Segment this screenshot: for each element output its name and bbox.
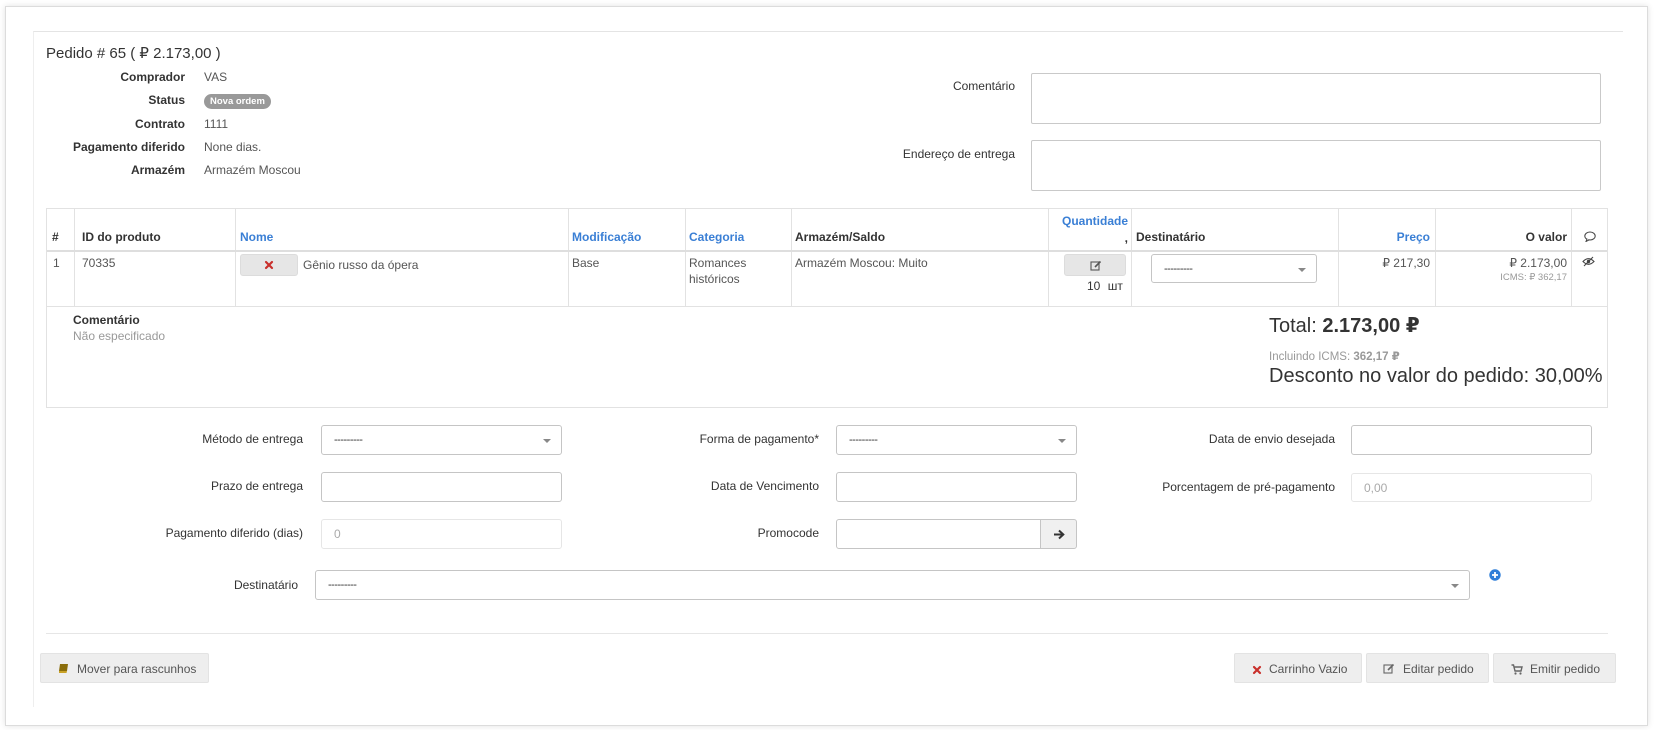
- th-quantity-sub: ,: [1124, 231, 1128, 245]
- address-textarea[interactable]: [1031, 140, 1601, 191]
- shopping-cart-icon: [1511, 664, 1523, 678]
- row-product-id: 70335: [82, 256, 116, 270]
- row-modification: Base: [572, 256, 600, 270]
- chevron-down-icon: [1298, 268, 1306, 272]
- th-name-sort[interactable]: Nome: [240, 230, 273, 244]
- row-warehouse-stock: Armazém Moscou: Muito: [795, 256, 928, 270]
- promocode-label: Promocode: [757, 526, 819, 540]
- edit-quantity-button[interactable]: [1064, 254, 1126, 276]
- row-category-line1: Romances: [689, 256, 747, 270]
- payment-form-label: Forma de pagamento*: [699, 432, 819, 446]
- total-label: Total:: [1269, 315, 1323, 337]
- remove-item-button[interactable]: [240, 254, 298, 276]
- status-value: Nova ordem: [204, 93, 271, 109]
- row-quantity-unit: шт: [1107, 279, 1123, 293]
- row-value: ₽ 2.173,00: [1509, 256, 1567, 270]
- row-quantity-value: 10: [1087, 279, 1101, 293]
- row-product-name: Gênio russo da ópera: [303, 258, 419, 272]
- chevron-down-icon: [1058, 439, 1066, 443]
- delivery-method-select[interactable]: ---------: [321, 425, 562, 455]
- th-modification-sort[interactable]: Modificação: [572, 230, 641, 244]
- total-value: 2.173,00 ₽: [1322, 315, 1420, 337]
- th-warehouse-stock: Armazém/Saldo: [795, 230, 886, 244]
- contract-value: 1111: [204, 117, 229, 131]
- due-date-label: Data de Vencimento: [710, 479, 819, 493]
- add-recipient-icon[interactable]: [1489, 569, 1501, 584]
- th-price-sort[interactable]: Preço: [1342, 230, 1430, 244]
- close-icon: [1252, 664, 1262, 678]
- desired-ship-date-input[interactable]: [1351, 425, 1592, 455]
- address-label: Endereço de entrega: [902, 147, 1015, 161]
- delivery-method-value: ---------: [334, 434, 363, 446]
- th-num: #: [52, 230, 59, 244]
- recipient-label: Destinatário: [233, 578, 298, 592]
- row-category-line2: históricos: [689, 272, 740, 286]
- payment-form-select[interactable]: ---------: [836, 425, 1077, 455]
- edit-order-label: Editar pedido: [1403, 662, 1474, 676]
- deferred-days-input[interactable]: 0: [321, 519, 562, 549]
- delivery-term-input[interactable]: [321, 472, 562, 502]
- due-date-input[interactable]: [836, 472, 1077, 502]
- delivery-term-label: Prazo de entrega: [210, 479, 303, 493]
- payment-form-value: ---------: [849, 434, 878, 446]
- discount-line: Desconto no valor do pedido: 30,00%: [1269, 365, 1603, 387]
- th-recipient: Destinatário: [1136, 230, 1206, 244]
- promocode-input[interactable]: [836, 519, 1041, 549]
- recipient-value: ---------: [328, 579, 357, 591]
- items-comment-title: Comentário: [73, 313, 140, 327]
- recipient-select[interactable]: ---------: [315, 570, 1470, 600]
- row-icms: ICMS: ₽ 362,17: [1500, 272, 1567, 283]
- icms-line: Incluindo ICMS: 362,17 ₽: [1269, 349, 1400, 363]
- issue-order-label: Emitir pedido: [1530, 662, 1601, 676]
- icms-label: Incluindo ICMS:: [1269, 351, 1354, 363]
- th-quantity-sort[interactable]: Quantidade: [1056, 214, 1128, 228]
- comment-textarea[interactable]: [1031, 73, 1601, 124]
- items-comment-value: Não especificado: [73, 329, 166, 343]
- status-label: Status: [148, 93, 185, 107]
- desired-ship-date-label: Data de envio desejada: [1208, 432, 1335, 446]
- th-value: O valor: [1525, 230, 1567, 244]
- move-to-drafts-label: Mover para rascunhos: [77, 662, 197, 676]
- book-icon: [58, 663, 69, 677]
- deferred-days-placeholder: 0: [334, 527, 341, 541]
- icms-value: 362,17 ₽: [1353, 351, 1400, 363]
- edit-order-button[interactable]: Editar pedido: [1366, 653, 1489, 683]
- close-icon: [264, 259, 274, 273]
- warehouse-value: Armazém Moscou: [204, 163, 301, 177]
- row-price: ₽ 217,30: [1382, 256, 1430, 270]
- row-num: 1: [53, 256, 60, 270]
- th-product-id: ID do produto: [82, 230, 161, 244]
- prepayment-label: Porcentagem de pré-pagamento: [1162, 480, 1335, 494]
- chevron-down-icon: [1451, 584, 1459, 588]
- promocode-apply-button[interactable]: [1040, 519, 1077, 549]
- contract-label: Contrato: [135, 117, 185, 131]
- comment-label: Comentário: [952, 79, 1015, 93]
- order-items-table: # ID do produto Nome Modificação Categor…: [46, 208, 1608, 408]
- total-line: Total: 2.173,00 ₽: [1269, 313, 1420, 338]
- order-title: Pedido # 65 ( ₽ 2.173,00 ): [46, 45, 221, 62]
- row-quantity: 10 шт: [1087, 279, 1123, 293]
- comment-bubble-icon: [1584, 231, 1596, 245]
- status-badge: Nova ordem: [204, 94, 271, 109]
- empty-cart-button[interactable]: Carrinho Vazio: [1234, 653, 1362, 683]
- prepayment-input[interactable]: 0,00: [1351, 473, 1592, 502]
- row-recipient-value: ---------: [1164, 263, 1193, 275]
- footer-divider: [46, 633, 1608, 634]
- eye-slash-icon[interactable]: [1582, 256, 1595, 270]
- prepayment-placeholder: 0,00: [1364, 481, 1388, 495]
- chevron-down-icon: [543, 439, 551, 443]
- th-category-sort[interactable]: Categoria: [689, 230, 744, 244]
- move-to-drafts-button[interactable]: Mover para rascunhos: [40, 653, 209, 683]
- issue-order-button[interactable]: Emitir pedido: [1493, 653, 1616, 683]
- deferred-days-label: Pagamento diferido (dias): [165, 526, 303, 540]
- arrow-right-icon: [1053, 529, 1065, 543]
- edit-icon: [1383, 663, 1395, 677]
- edit-icon: [1090, 260, 1102, 274]
- warehouse-label: Armazém: [130, 163, 185, 177]
- empty-cart-label: Carrinho Vazio: [1269, 662, 1348, 676]
- delivery-method-label: Método de entrega: [202, 432, 303, 446]
- row-recipient-select[interactable]: ---------: [1151, 254, 1317, 283]
